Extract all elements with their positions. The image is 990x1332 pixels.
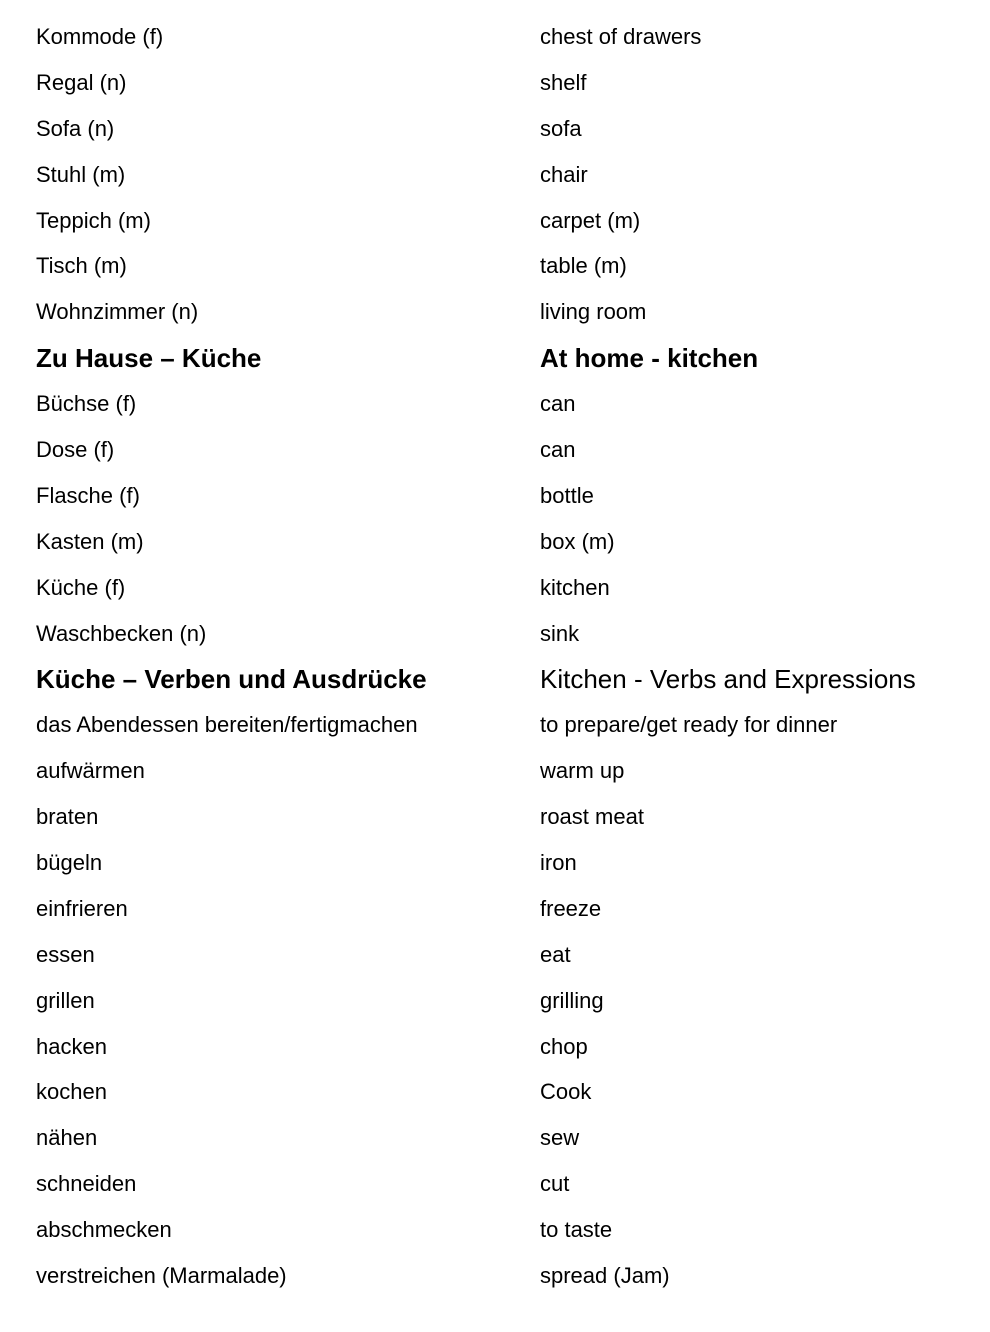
vocabulary-row: das Abendessen bereiten/fertigmachen to p… (0, 702, 990, 748)
english-translation: box (m) (540, 528, 615, 554)
german-term: Flasche (f) (36, 482, 140, 508)
vocabulary-row: abschmecken to taste (0, 1207, 990, 1253)
vocabulary-table: Kommode (f) chest of drawers Regal (n) shel… (0, 14, 990, 1299)
english-translation: shelf (540, 69, 587, 95)
german-term: verstreichen (Marmalade) (36, 1263, 287, 1289)
english-translation: can (540, 391, 576, 417)
english-translation: warm up (540, 758, 625, 784)
german-term: Büchse (f) (36, 391, 137, 417)
vocabulary-row: essen eat (0, 932, 990, 978)
german-term: essen (36, 941, 95, 967)
german-term: kochen (36, 1079, 107, 1105)
german-term: schneiden (36, 1171, 137, 1197)
german-term: nähen (36, 1125, 98, 1151)
vocabulary-row: Sofa (n) sofa (0, 106, 990, 152)
vocabulary-row: bügeln iron (0, 840, 990, 886)
vocabulary-row: Küche (f) kitchen (0, 565, 990, 611)
vocabulary-row: nähen sew (0, 1115, 990, 1161)
english-translation: roast meat (540, 804, 644, 830)
vocabulary-row: aufwärmen warm up (0, 748, 990, 794)
german-term: Dose (f) (36, 437, 115, 463)
german-term: Teppich (m) (36, 207, 151, 233)
german-term: aufwärmen (36, 758, 145, 784)
vocabulary-row: verstreichen (Marmalade) spread (Jam) (0, 1253, 990, 1299)
vocabulary-row: Dose (f) can (0, 427, 990, 473)
english-translation: to prepare/get ready for dinner (540, 712, 838, 738)
vocabulary-row: Flasche (f) bottle (0, 473, 990, 519)
english-translation: chair (540, 161, 588, 187)
german-term: abschmecken (36, 1217, 172, 1243)
german-term: Kommode (f) (36, 24, 164, 49)
english-translation: living room (540, 299, 647, 325)
german-term: bügeln (36, 850, 103, 876)
section-heading-row: Küche – Verben und Ausdrücke Kitchen - Ve… (0, 656, 990, 702)
vocabulary-row: Kasten (m) box (m) (0, 519, 990, 565)
english-translation: chop (540, 1033, 588, 1059)
german-term: grillen (36, 987, 95, 1013)
english-translation: grilling (540, 987, 604, 1013)
english-translation: chest of drawers (540, 24, 702, 49)
vocabulary-row: einfrieren freeze (0, 886, 990, 932)
english-translation: iron (540, 850, 577, 876)
english-translation: table (m) (540, 253, 627, 279)
english-section-heading: Kitchen - Verbs and Expressions (540, 664, 916, 695)
german-term: Sofa (n) (36, 115, 115, 141)
vocabulary-row: Stuhl (m) chair (0, 152, 990, 198)
english-translation: freeze (540, 895, 602, 921)
german-term: braten (36, 804, 99, 830)
english-translation: eat (540, 941, 571, 967)
vocabulary-row: Tisch (m) table (m) (0, 243, 990, 289)
german-term: Küche (f) (36, 574, 126, 600)
german-term: das Abendessen bereiten/fertigmachen (36, 712, 418, 738)
english-translation: to taste (540, 1217, 613, 1243)
german-section-heading: Küche – Verben und Ausdrücke (36, 664, 427, 695)
english-translation: can (540, 437, 576, 463)
german-term: einfrieren (36, 895, 128, 921)
vocabulary-row: Wohnzimmer (n) living room (0, 289, 990, 335)
english-translation: kitchen (540, 574, 610, 600)
english-translation: Cook (540, 1079, 592, 1105)
vocabulary-row: Kommode (f) chest of drawers (0, 14, 990, 60)
german-term: Kasten (m) (36, 528, 144, 554)
vocabulary-row: Regal (n) shelf (0, 60, 990, 106)
german-term: Waschbecken (n) (36, 620, 207, 646)
vocabulary-row: braten roast meat (0, 794, 990, 840)
english-translation: sink (540, 620, 580, 646)
section-heading-row: Zu Hause – Küche At home - kitchen (0, 335, 990, 381)
vocabulary-row: hacken chop (0, 1024, 990, 1070)
english-translation: sofa (540, 115, 582, 141)
german-term: Stuhl (m) (36, 161, 126, 187)
german-term: Tisch (m) (36, 253, 127, 279)
english-translation: spread (Jam) (540, 1263, 670, 1289)
german-section-heading: Zu Hause – Küche (36, 343, 262, 374)
vocabulary-row: schneiden cut (0, 1161, 990, 1207)
english-translation: carpet (m) (540, 207, 641, 233)
english-section-heading: At home - kitchen (540, 343, 759, 374)
vocabulary-row: Waschbecken (n) sink (0, 611, 990, 657)
german-term: Wohnzimmer (n) (36, 299, 199, 325)
english-translation: sew (540, 1125, 580, 1151)
vocabulary-row: grillen grilling (0, 978, 990, 1024)
english-translation: bottle (540, 482, 594, 508)
german-term: hacken (36, 1033, 107, 1059)
german-term: Regal (n) (36, 69, 127, 95)
vocabulary-row: Büchse (f) can (0, 381, 990, 427)
vocabulary-row: kochen Cook (0, 1069, 990, 1115)
english-translation: cut (540, 1171, 570, 1197)
vocabulary-row: Teppich (m) carpet (m) (0, 198, 990, 244)
